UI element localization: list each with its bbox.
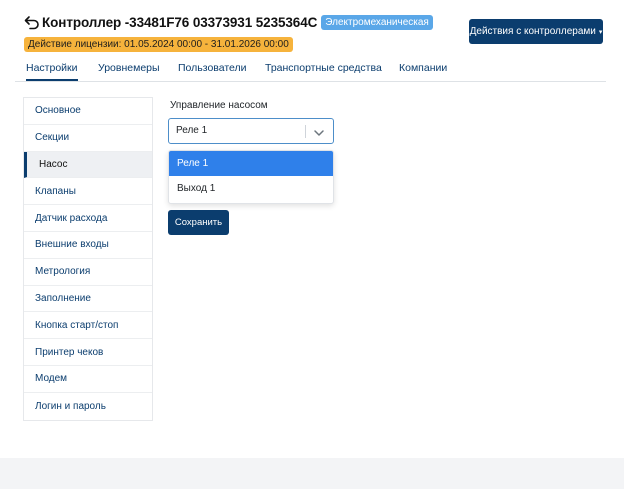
chevron-down-icon[interactable] xyxy=(313,126,325,138)
sidebar-item-pump[interactable]: Насос xyxy=(24,151,152,179)
controller-type-badge: Электромеханическая xyxy=(321,14,433,30)
sidebar-item-sections[interactable]: Секции xyxy=(24,125,152,152)
sidebar-item-main[interactable]: Основное xyxy=(24,98,152,125)
sidebar-item-login-password[interactable]: Логин и пароль xyxy=(24,393,152,420)
pump-control-label: Управление насосом xyxy=(170,100,268,111)
controller-actions-button[interactable]: Действия с контроллерами ▾ xyxy=(469,19,603,44)
option-output-1[interactable]: Выход 1 xyxy=(169,176,333,201)
sidebar-item-filling[interactable]: Заполнение xyxy=(24,286,152,313)
settings-sidebar: Основное Секции Насос Клапаны Датчик рас… xyxy=(23,97,153,421)
sidebar-item-flow-sensor[interactable]: Датчик расхода xyxy=(24,205,152,232)
tab-companies[interactable]: Компании xyxy=(399,62,447,74)
tab-bar: Настройки Уровнемеры Пользователи Трансп… xyxy=(15,59,606,82)
license-badge: Действие лицензии: 01.05.2024 00:00 - 31… xyxy=(24,37,293,52)
save-button[interactable]: Сохранить xyxy=(168,210,229,235)
tab-users[interactable]: Пользователи xyxy=(178,62,247,74)
footer-bar xyxy=(0,458,624,489)
pump-control-select[interactable]: Реле 1 xyxy=(168,118,334,144)
sidebar-item-valves[interactable]: Клапаны xyxy=(24,178,152,206)
page-title: Контроллер -33481F76 03373931 5235364C xyxy=(42,14,318,30)
sidebar-item-metrology[interactable]: Метрология xyxy=(24,259,152,286)
option-relay-1[interactable]: Реле 1 xyxy=(169,151,333,176)
select-separator xyxy=(305,125,306,138)
tab-settings[interactable]: Настройки xyxy=(26,62,78,81)
select-current-value: Реле 1 xyxy=(176,125,208,136)
caret-down-icon: ▾ xyxy=(598,28,603,36)
sidebar-item-receipt-printer[interactable]: Принтер чеков xyxy=(24,339,152,366)
back-arrow-icon[interactable] xyxy=(24,14,40,30)
sidebar-item-modem[interactable]: Модем xyxy=(24,366,152,393)
sidebar-item-start-stop-button[interactable]: Кнопка старт/стоп xyxy=(24,312,152,340)
tab-vehicles[interactable]: Транспортные средства xyxy=(265,62,382,74)
pump-control-dropdown-menu: Реле 1 Выход 1 xyxy=(168,150,334,204)
sidebar-item-external-inputs[interactable]: Внешние входы xyxy=(24,232,152,259)
tab-level-gauges[interactable]: Уровнемеры xyxy=(98,62,160,74)
controller-actions-label: Действия с контроллерами xyxy=(469,26,596,37)
